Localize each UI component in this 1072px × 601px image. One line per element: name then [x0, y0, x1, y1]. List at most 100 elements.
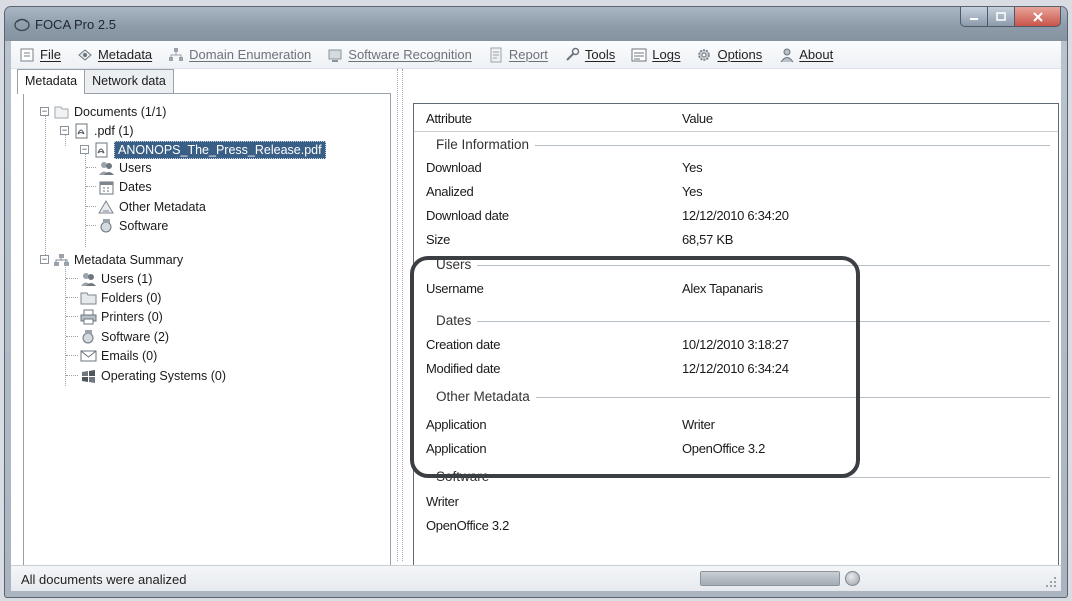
- pdf-icon: [75, 123, 88, 138]
- tree-documents-label: Documents (1/1): [74, 104, 167, 119]
- menu-report[interactable]: Report: [480, 43, 556, 67]
- tree-pdf-label: .pdf (1): [94, 123, 134, 138]
- progress-bar: [700, 571, 840, 586]
- tree-other-label: Other Metadata: [119, 199, 206, 214]
- documents-folder-icon: [54, 106, 69, 118]
- row-attribute: Size: [426, 232, 451, 247]
- tree-users-label: Users: [119, 160, 152, 175]
- column-value-header[interactable]: Value: [682, 111, 713, 126]
- metadata-tree: − Documents (1/1) − .pdf (1) − ANONOPS_T…: [24, 94, 390, 577]
- menu-about[interactable]: About: [770, 43, 841, 67]
- summary-os-label: Operating Systems (0): [101, 368, 227, 383]
- tree-dates-label: Dates: [119, 179, 152, 194]
- menu-metadata[interactable]: Metadata: [69, 43, 160, 67]
- collapse-icon[interactable]: −: [60, 126, 69, 135]
- table-row[interactable]: Analized Yes: [414, 181, 1058, 203]
- column-attribute-header[interactable]: Attribute: [426, 111, 472, 126]
- left-tabs: Metadata Network data: [17, 69, 174, 94]
- summary-users[interactable]: Users (1): [80, 269, 152, 288]
- close-button[interactable]: [1015, 7, 1061, 27]
- menu-file[interactable]: File: [11, 43, 69, 67]
- tree-summary-label: Metadata Summary: [74, 252, 184, 267]
- tree-pdf-folder[interactable]: − .pdf (1): [60, 121, 134, 140]
- table-row[interactable]: Download date 12/12/2010 6:34:20: [414, 205, 1058, 227]
- window-controls: [960, 7, 1061, 27]
- tree-users[interactable]: Users: [98, 158, 152, 177]
- collapse-icon[interactable]: −: [40, 255, 49, 264]
- row-attribute: Download: [426, 160, 482, 175]
- summary-users-label: Users (1): [101, 271, 153, 286]
- group-file-information-label: File Information: [436, 136, 530, 152]
- title-bar[interactable]: FOCA Pro 2.5: [5, 7, 1067, 41]
- window-title: FOCA Pro 2.5: [35, 17, 116, 32]
- tree-file[interactable]: − ANONOPS_The_Press_Release.pdf: [80, 140, 326, 159]
- software-icon: [100, 218, 112, 232]
- summary-emails-label: Emails (0): [101, 348, 158, 363]
- summary-folders[interactable]: Folders (0): [80, 288, 161, 307]
- table-row[interactable]: Download Yes: [414, 157, 1058, 179]
- pdf-file-icon: [95, 142, 108, 157]
- menu-report-label: Report: [508, 47, 548, 62]
- summary-printers[interactable]: Printers (0): [80, 307, 163, 326]
- menu-domain-enumeration[interactable]: Domain Enumeration: [160, 43, 319, 67]
- tree-dates[interactable]: Dates: [98, 177, 152, 196]
- close-icon: [1032, 11, 1043, 22]
- row-value: 12/12/2010 6:34:20: [682, 208, 789, 223]
- file-icon: [20, 48, 34, 61]
- table-row[interactable]: Size 68,57 KB: [414, 229, 1058, 251]
- minimize-button[interactable]: [960, 7, 988, 27]
- menu-tools-label: Tools: [584, 47, 616, 62]
- summary-software[interactable]: Software (2): [80, 327, 169, 346]
- annotation-highlight-box: [410, 256, 860, 478]
- row-attribute: Analized: [426, 184, 474, 199]
- tree-file-label: ANONOPS_The_Press_Release.pdf: [114, 140, 326, 159]
- resize-grip-icon[interactable]: [1045, 576, 1057, 588]
- about-icon: [780, 48, 794, 62]
- report-icon: [490, 47, 502, 62]
- summary-emails[interactable]: Emails (0): [80, 346, 157, 365]
- summary-icon: [54, 253, 69, 266]
- users-icon: [81, 272, 96, 286]
- status-spinner-icon: [845, 571, 860, 586]
- summary-software-label: Software (2): [101, 329, 170, 344]
- calendar-icon: [99, 181, 114, 194]
- progress-fill: [701, 572, 839, 585]
- menu-software-recognition[interactable]: Software Recognition: [319, 43, 480, 67]
- menu-file-label: File: [40, 47, 61, 62]
- tree-software[interactable]: Software: [98, 216, 168, 235]
- collapse-icon[interactable]: −: [40, 107, 49, 116]
- menu-tools[interactable]: Tools: [556, 43, 623, 67]
- minimize-icon: [970, 17, 978, 20]
- menu-software-label: Software Recognition: [348, 47, 472, 62]
- logs-icon: [631, 48, 647, 61]
- menu-metadata-label: Metadata: [97, 47, 153, 62]
- tree-documents[interactable]: − Documents (1/1): [40, 102, 166, 121]
- tree-other-metadata[interactable]: Other Metadata: [98, 197, 206, 216]
- options-icon: [698, 48, 711, 61]
- menu-about-label: About: [799, 47, 834, 62]
- panel-splitter[interactable]: [397, 69, 403, 561]
- menu-logs[interactable]: Logs: [623, 43, 688, 67]
- tools-icon: [566, 47, 580, 61]
- summary-operating-systems[interactable]: Operating Systems (0): [80, 366, 226, 385]
- row-attribute: Writer: [426, 494, 459, 509]
- table-row[interactable]: Writer: [414, 491, 1058, 513]
- row-value: Yes: [682, 184, 703, 199]
- users-icon: [99, 161, 114, 175]
- collapse-icon[interactable]: −: [80, 145, 89, 154]
- group-file-information[interactable]: File Information: [436, 134, 1050, 154]
- windows-flag-icon: [82, 369, 95, 383]
- software-icon: [82, 329, 94, 343]
- printer-icon: [80, 309, 97, 324]
- menu-options[interactable]: Options: [688, 43, 770, 67]
- row-attribute: Download date: [426, 208, 509, 223]
- software-icon: [328, 49, 342, 62]
- maximize-button[interactable]: [988, 7, 1015, 27]
- summary-folders-label: Folders (0): [101, 290, 162, 305]
- tab-metadata[interactable]: Metadata: [17, 69, 86, 94]
- tab-network-data[interactable]: Network data: [84, 69, 174, 93]
- metadata-tree-panel: − Documents (1/1) − .pdf (1) − ANONOPS_T…: [23, 93, 391, 578]
- tree-metadata-summary[interactable]: − Metadata Summary: [40, 250, 183, 269]
- row-value: Yes: [682, 160, 703, 175]
- table-row[interactable]: OpenOffice 3.2: [414, 515, 1058, 537]
